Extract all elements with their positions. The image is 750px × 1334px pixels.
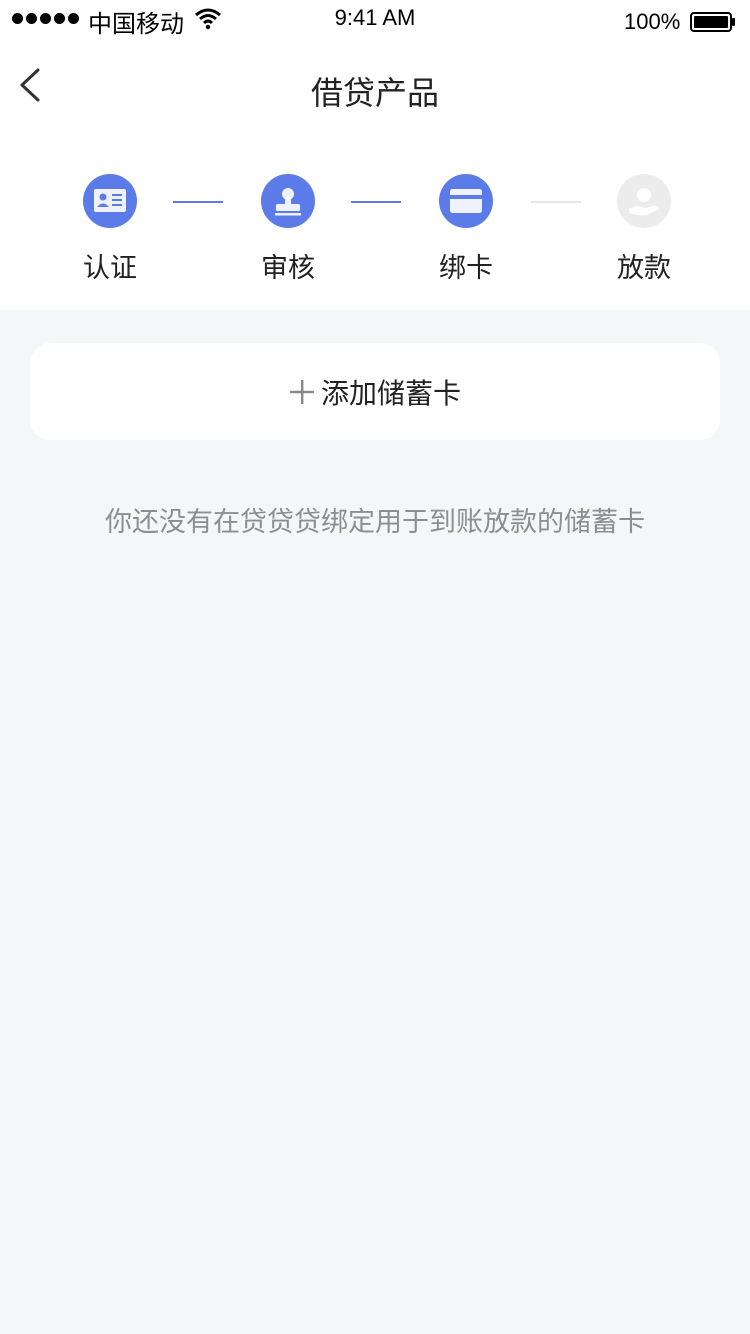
status-bar: 中国移动 9:41 AM 100% <box>0 0 750 40</box>
id-card-icon <box>83 174 137 228</box>
step-label: 放款 <box>617 253 671 284</box>
step-label: 审核 <box>261 253 315 284</box>
add-card-label: 添加储蓄卡 <box>320 376 461 410</box>
step-connector <box>531 201 581 203</box>
empty-state-hint: 你还没有在贷贷贷绑定用于到账放款的储蓄卡 <box>105 507 645 538</box>
step-connector <box>351 201 401 203</box>
step-label: 绑卡 <box>439 253 493 284</box>
hand-coin-icon <box>617 174 671 228</box>
step-bind-card: 绑卡 <box>406 174 526 285</box>
step-verify: 认证 <box>50 174 170 285</box>
step-disburse: 放款 <box>584 174 704 285</box>
step-label: 认证 <box>83 253 137 284</box>
stamp-icon <box>261 174 315 228</box>
battery-percentage: 100% <box>624 9 681 34</box>
battery-icon <box>690 12 735 32</box>
add-debit-card-button[interactable]: 添加储蓄卡 <box>30 343 720 440</box>
step-connector <box>173 201 223 203</box>
bank-card-icon <box>439 174 493 228</box>
step-review: 审核 <box>228 174 348 285</box>
plus-icon <box>289 379 314 404</box>
page-title: 借贷产品 <box>310 74 439 112</box>
